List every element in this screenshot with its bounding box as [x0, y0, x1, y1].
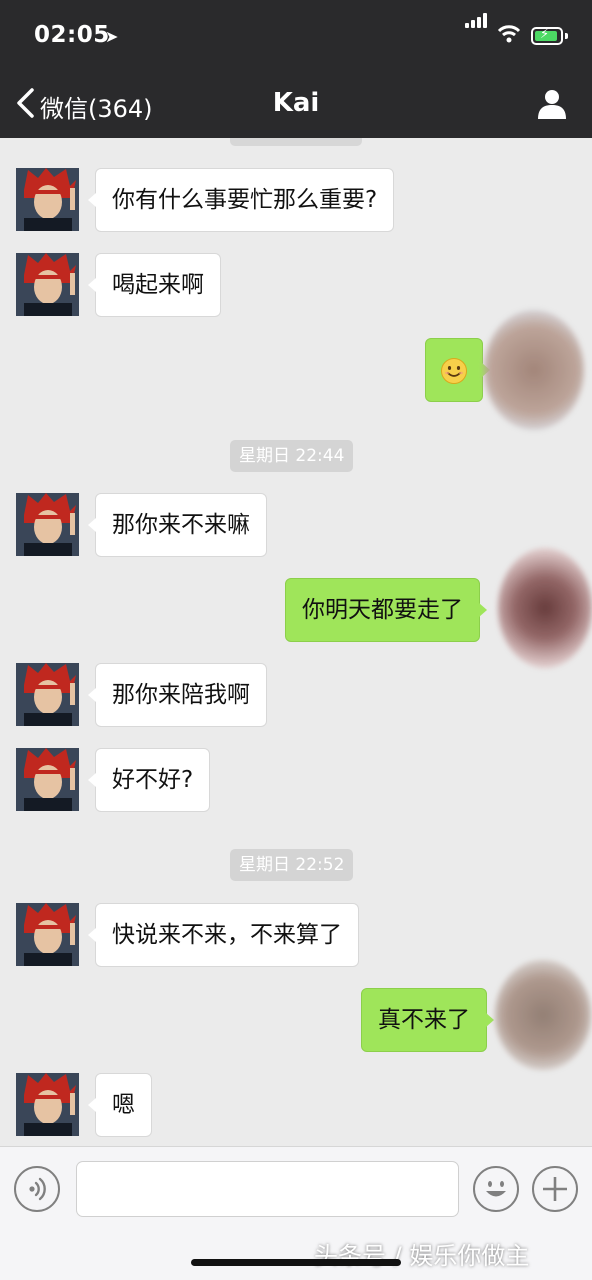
- message-bubble-sent[interactable]: [425, 338, 490, 402]
- timestamp: 星期日 22:44: [230, 440, 354, 472]
- chat-area[interactable]: 你有什么事要忙那么重要? 喝起来啊 星期日 22:44 那你来不来嘛 你明天都要…: [0, 138, 592, 1146]
- emoji-button[interactable]: [473, 1166, 519, 1212]
- chat-title: Kai: [272, 88, 320, 118]
- avatar[interactable]: [16, 493, 79, 556]
- blurred-avatar: [484, 310, 584, 430]
- voice-icon: [29, 1177, 46, 1201]
- blurred-avatar: [495, 960, 591, 1070]
- message-bubble[interactable]: 喝起来啊: [88, 253, 221, 317]
- emoji-icon: [486, 1181, 506, 1197]
- message-bubble[interactable]: 好不好?: [87, 748, 211, 812]
- smile-emoji-icon: [441, 357, 467, 384]
- status-time: 02:05: [34, 22, 110, 48]
- timestamp-partial: [230, 138, 362, 146]
- home-indicator[interactable]: [191, 1259, 401, 1266]
- battery-charging-icon: ⚡: [531, 27, 563, 45]
- battery-tip: [565, 33, 568, 39]
- person-icon[interactable]: [536, 88, 568, 120]
- message-bubble[interactable]: 你有什么事要忙那么重要?: [87, 168, 395, 232]
- avatar[interactable]: [16, 663, 79, 726]
- message-bubble[interactable]: 快说来不来，不来算了: [88, 903, 359, 967]
- top-bar: 02:05 ➤ ⚡ 微信(364) Kai: [0, 0, 592, 138]
- message-input[interactable]: [76, 1161, 459, 1217]
- timestamp: 星期日 22:52: [230, 849, 354, 881]
- location-arrow-icon: ➤: [105, 27, 119, 46]
- more-button[interactable]: [532, 1166, 578, 1212]
- voice-button[interactable]: [14, 1166, 60, 1212]
- message-bubble[interactable]: 嗯: [88, 1073, 152, 1137]
- message-bubble-sent[interactable]: 你明天都要走了: [285, 578, 487, 642]
- avatar[interactable]: [16, 253, 79, 316]
- wifi-icon: [497, 25, 521, 43]
- blurred-avatar: [498, 548, 592, 668]
- avatar[interactable]: [16, 168, 79, 231]
- message-bubble[interactable]: 那你来陪我啊: [88, 663, 267, 727]
- message-bubble-sent[interactable]: 真不来了: [361, 988, 494, 1052]
- avatar[interactable]: [16, 903, 79, 966]
- avatar[interactable]: [16, 1073, 79, 1136]
- avatar[interactable]: [16, 748, 79, 811]
- plus-icon: [543, 1177, 567, 1201]
- message-bubble[interactable]: 那你来不来嘛: [88, 493, 267, 557]
